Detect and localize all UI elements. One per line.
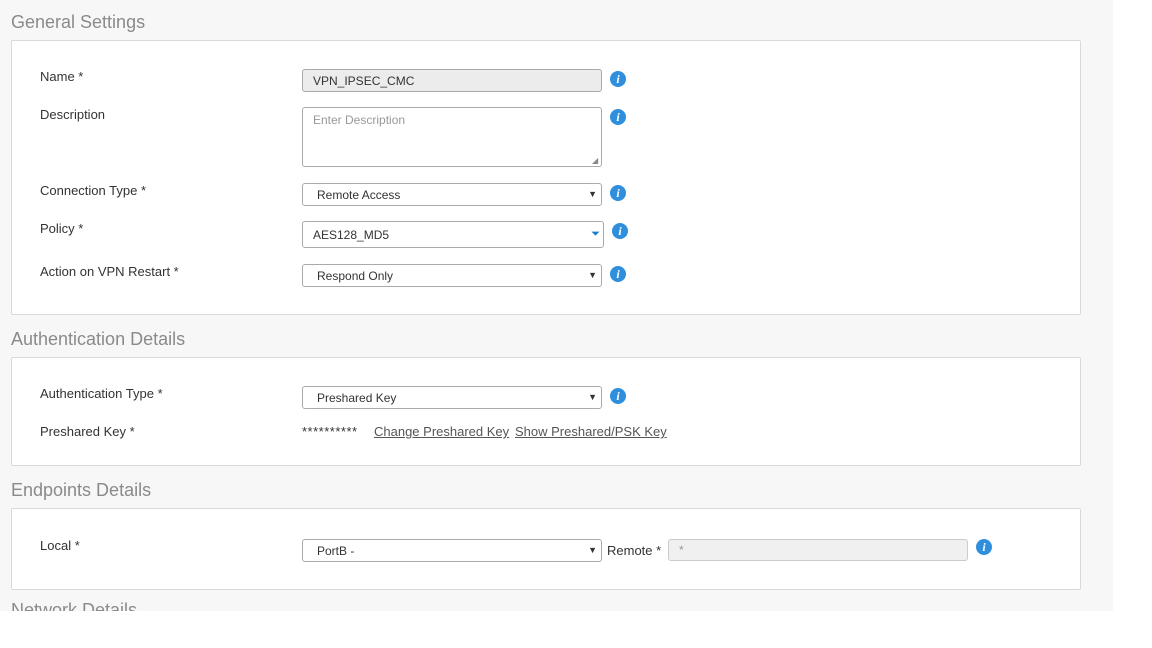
remote-label: Remote * bbox=[607, 543, 662, 558]
policy-select[interactable]: AES128_MD5 ⏷ bbox=[302, 221, 604, 248]
general-settings-panel: Name * i Description ◢ i Connection Type… bbox=[11, 40, 1081, 315]
info-icon[interactable]: i bbox=[610, 266, 626, 282]
preshared-key-mask: ********** bbox=[302, 424, 358, 439]
chevron-down-icon: ▼ bbox=[588, 189, 597, 199]
section-title-endpoints: Endpoints Details bbox=[11, 480, 152, 500]
chevron-down-icon: ▼ bbox=[588, 270, 597, 280]
policy-label: Policy * bbox=[40, 221, 84, 236]
connection-type-select[interactable]: Remote Access ▼ bbox=[302, 183, 602, 206]
name-field[interactable] bbox=[302, 69, 602, 92]
chevron-down-icon: ⏷ bbox=[591, 228, 600, 240]
local-label: Local * bbox=[40, 538, 80, 553]
info-icon[interactable]: i bbox=[610, 185, 626, 201]
connection-type-label: Connection Type * bbox=[40, 183, 146, 198]
action-on-restart-value: Respond Only bbox=[317, 269, 394, 283]
description-field[interactable] bbox=[302, 107, 602, 167]
section-title-general: General Settings bbox=[11, 12, 146, 32]
auth-type-label: Authentication Type * bbox=[40, 386, 163, 401]
description-label: Description bbox=[40, 107, 106, 122]
chevron-down-icon: ▼ bbox=[588, 545, 597, 555]
info-icon[interactable]: i bbox=[610, 71, 626, 87]
info-icon[interactable]: i bbox=[612, 223, 628, 239]
local-select[interactable]: PortB - ▼ bbox=[302, 539, 602, 562]
policy-value: AES128_MD5 bbox=[313, 228, 390, 242]
name-label: Name * bbox=[40, 69, 84, 84]
auth-type-select[interactable]: Preshared Key ▼ bbox=[302, 386, 602, 409]
authentication-panel: Authentication Type * Preshared Key ▼ i … bbox=[11, 357, 1081, 466]
info-icon[interactable]: i bbox=[976, 539, 992, 555]
action-on-restart-label: Action on VPN Restart * bbox=[40, 264, 179, 279]
section-title-authentication: Authentication Details bbox=[11, 329, 186, 349]
info-icon[interactable]: i bbox=[610, 388, 626, 404]
resize-handle-icon[interactable]: ◢ bbox=[592, 157, 600, 165]
endpoints-panel: Local * PortB - ▼ Remote * i bbox=[11, 508, 1081, 590]
action-on-restart-select[interactable]: Respond Only ▼ bbox=[302, 264, 602, 287]
connection-type-value: Remote Access bbox=[317, 188, 401, 202]
change-preshared-key-link[interactable]: Change Preshared Key bbox=[374, 424, 509, 439]
info-icon[interactable]: i bbox=[610, 109, 626, 125]
show-preshared-key-link[interactable]: Show Preshared/PSK Key bbox=[515, 424, 667, 439]
chevron-down-icon: ▼ bbox=[588, 392, 597, 402]
remote-field[interactable] bbox=[668, 539, 968, 561]
section-title-network: Network Details bbox=[11, 600, 138, 611]
local-value: PortB - bbox=[317, 544, 355, 558]
vpn-settings-page: General Settings Name * i Description ◢ … bbox=[0, 0, 1113, 611]
auth-type-value: Preshared Key bbox=[317, 391, 397, 405]
preshared-key-label: Preshared Key * bbox=[40, 424, 135, 439]
